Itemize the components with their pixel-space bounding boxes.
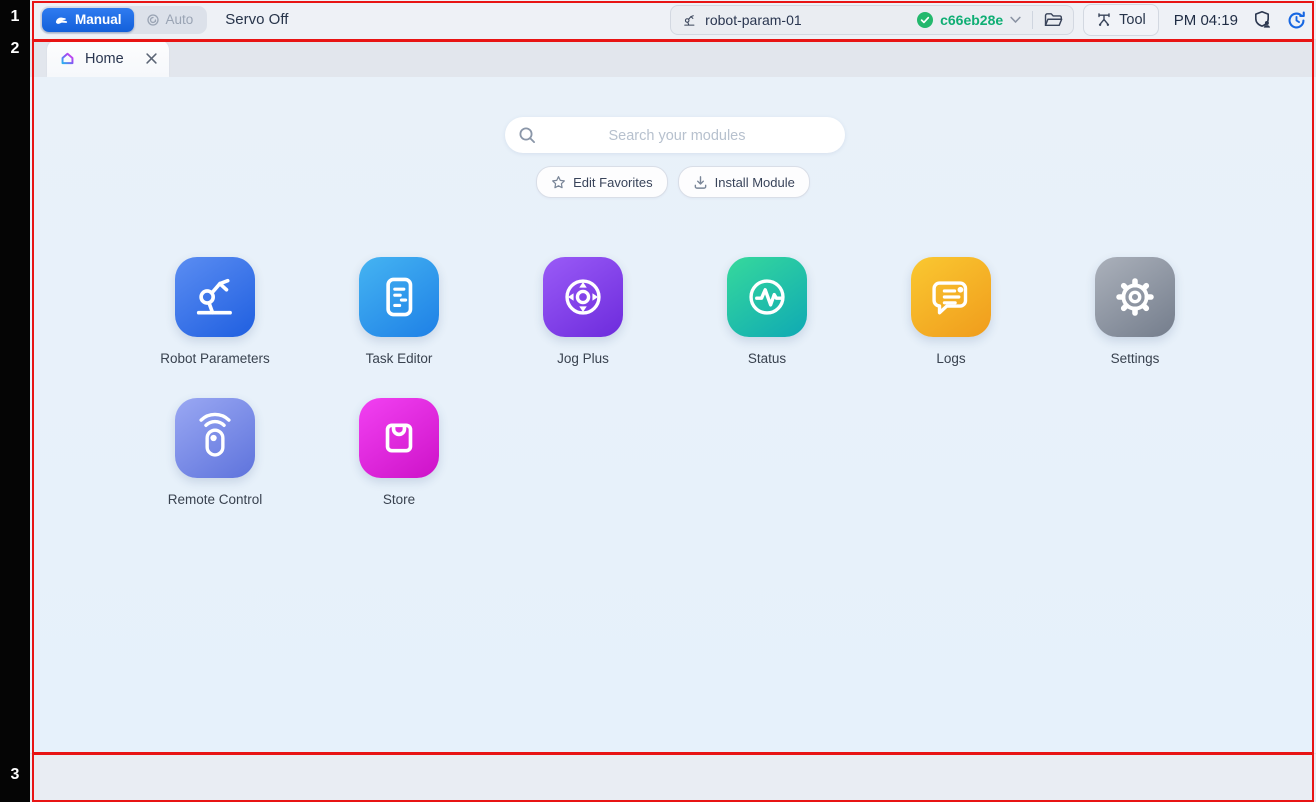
- settings-tile[interactable]: [1095, 257, 1175, 337]
- pulse-circle-icon: [738, 268, 796, 326]
- shield-user-icon: [1253, 10, 1273, 30]
- tool-label: Tool: [1119, 12, 1146, 28]
- action-buttons-row: Edit Favorites Install Module: [30, 166, 1316, 198]
- remote-control-tile[interactable]: [175, 398, 255, 478]
- clock-text: PM 04:19: [1174, 12, 1238, 29]
- edit-favorites-button[interactable]: Edit Favorites: [536, 166, 667, 198]
- auto-icon: [146, 13, 160, 27]
- jog-plus-tile[interactable]: [543, 257, 623, 337]
- hand-manual-icon: [54, 13, 69, 26]
- module-logs[interactable]: Logs: [871, 257, 1031, 366]
- status-tile[interactable]: [727, 257, 807, 337]
- som-mark-1: 1: [0, 8, 30, 26]
- task-editor-tile[interactable]: [359, 257, 439, 337]
- module-label: Jog Plus: [557, 351, 609, 366]
- module-jog-plus[interactable]: Jog Plus: [503, 257, 663, 366]
- module-robot-parameters[interactable]: Robot Parameters: [135, 257, 295, 366]
- robot-param-selector[interactable]: robot-param-01 c66eb28e: [670, 5, 1074, 35]
- store-tile[interactable]: [359, 398, 439, 478]
- som-mark-2: 2: [0, 40, 30, 58]
- search-input[interactable]: [505, 117, 849, 155]
- logs-tile[interactable]: [911, 257, 991, 337]
- chevron-down-icon[interactable]: [1010, 16, 1021, 24]
- tab-bar: Home: [30, 40, 1316, 77]
- param-hash: c66eb28e: [940, 12, 1003, 28]
- module-label: Store: [383, 492, 415, 507]
- download-icon: [693, 175, 708, 190]
- auto-mode-button[interactable]: Auto: [134, 8, 206, 32]
- jog-dpad-icon: [554, 268, 612, 326]
- param-file-name: robot-param-01: [705, 12, 802, 28]
- remote-icon: [186, 409, 244, 467]
- module-label: Robot Parameters: [160, 351, 270, 366]
- bottom-control-bar: Servo Off: [30, 753, 1316, 802]
- home-gradient-icon: [59, 50, 76, 67]
- module-label: Task Editor: [366, 351, 433, 366]
- divider: [1032, 11, 1033, 29]
- robot-arm-icon: [186, 268, 244, 326]
- tool-selector-button[interactable]: Tool: [1083, 4, 1159, 36]
- app-window: Manual Auto Servo Off robot-param-01: [30, 0, 1316, 802]
- restore-backup-button[interactable]: [1284, 8, 1308, 32]
- install-module-label: Install Module: [715, 175, 795, 190]
- chat-log-icon: [922, 268, 980, 326]
- star-icon: [551, 175, 566, 190]
- module-settings[interactable]: Settings: [1055, 257, 1215, 366]
- som-mark-3: 3: [0, 766, 30, 784]
- module-remote-control[interactable]: Remote Control: [135, 398, 295, 507]
- module-label: Logs: [936, 351, 965, 366]
- home-screen: Edit Favorites Install Module Robot Para…: [30, 77, 1316, 753]
- manual-mode-label: Manual: [75, 12, 122, 27]
- mode-segmented-control: Manual Auto: [40, 6, 207, 34]
- screen: 1 2 3 Manual Auto: [0, 0, 1316, 802]
- gear-icon: [1106, 268, 1164, 326]
- check-circle-icon: [917, 12, 933, 28]
- top-status-bar: Manual Auto Servo Off robot-param-01: [30, 0, 1316, 40]
- tool-flange-icon: [1096, 12, 1112, 28]
- close-icon[interactable]: [146, 53, 157, 64]
- manual-mode-button[interactable]: Manual: [42, 8, 134, 32]
- tab-home[interactable]: Home: [47, 40, 169, 77]
- servo-status-text: Servo Off: [225, 11, 288, 28]
- module-label: Remote Control: [168, 492, 263, 507]
- auto-mode-label: Auto: [166, 12, 194, 27]
- module-label: Status: [748, 351, 786, 366]
- folder-open-icon[interactable]: [1044, 12, 1063, 28]
- module-store[interactable]: Store: [319, 398, 479, 507]
- edit-favorites-label: Edit Favorites: [573, 175, 652, 190]
- shopping-bag-icon: [370, 409, 428, 467]
- module-status[interactable]: Status: [687, 257, 847, 366]
- top-bar-right: robot-param-01 c66eb28e: [670, 5, 1308, 35]
- module-label: Settings: [1111, 351, 1160, 366]
- robot-parameters-tile[interactable]: [175, 257, 255, 337]
- restore-blue-icon: [1286, 10, 1307, 31]
- robot-arm-icon: [681, 12, 698, 29]
- task-document-icon: [370, 268, 428, 326]
- tab-home-label: Home: [85, 51, 137, 67]
- install-module-button[interactable]: Install Module: [678, 166, 810, 198]
- module-search[interactable]: [505, 117, 845, 153]
- shield-user-button[interactable]: [1251, 8, 1275, 32]
- module-task-editor[interactable]: Task Editor: [319, 257, 479, 366]
